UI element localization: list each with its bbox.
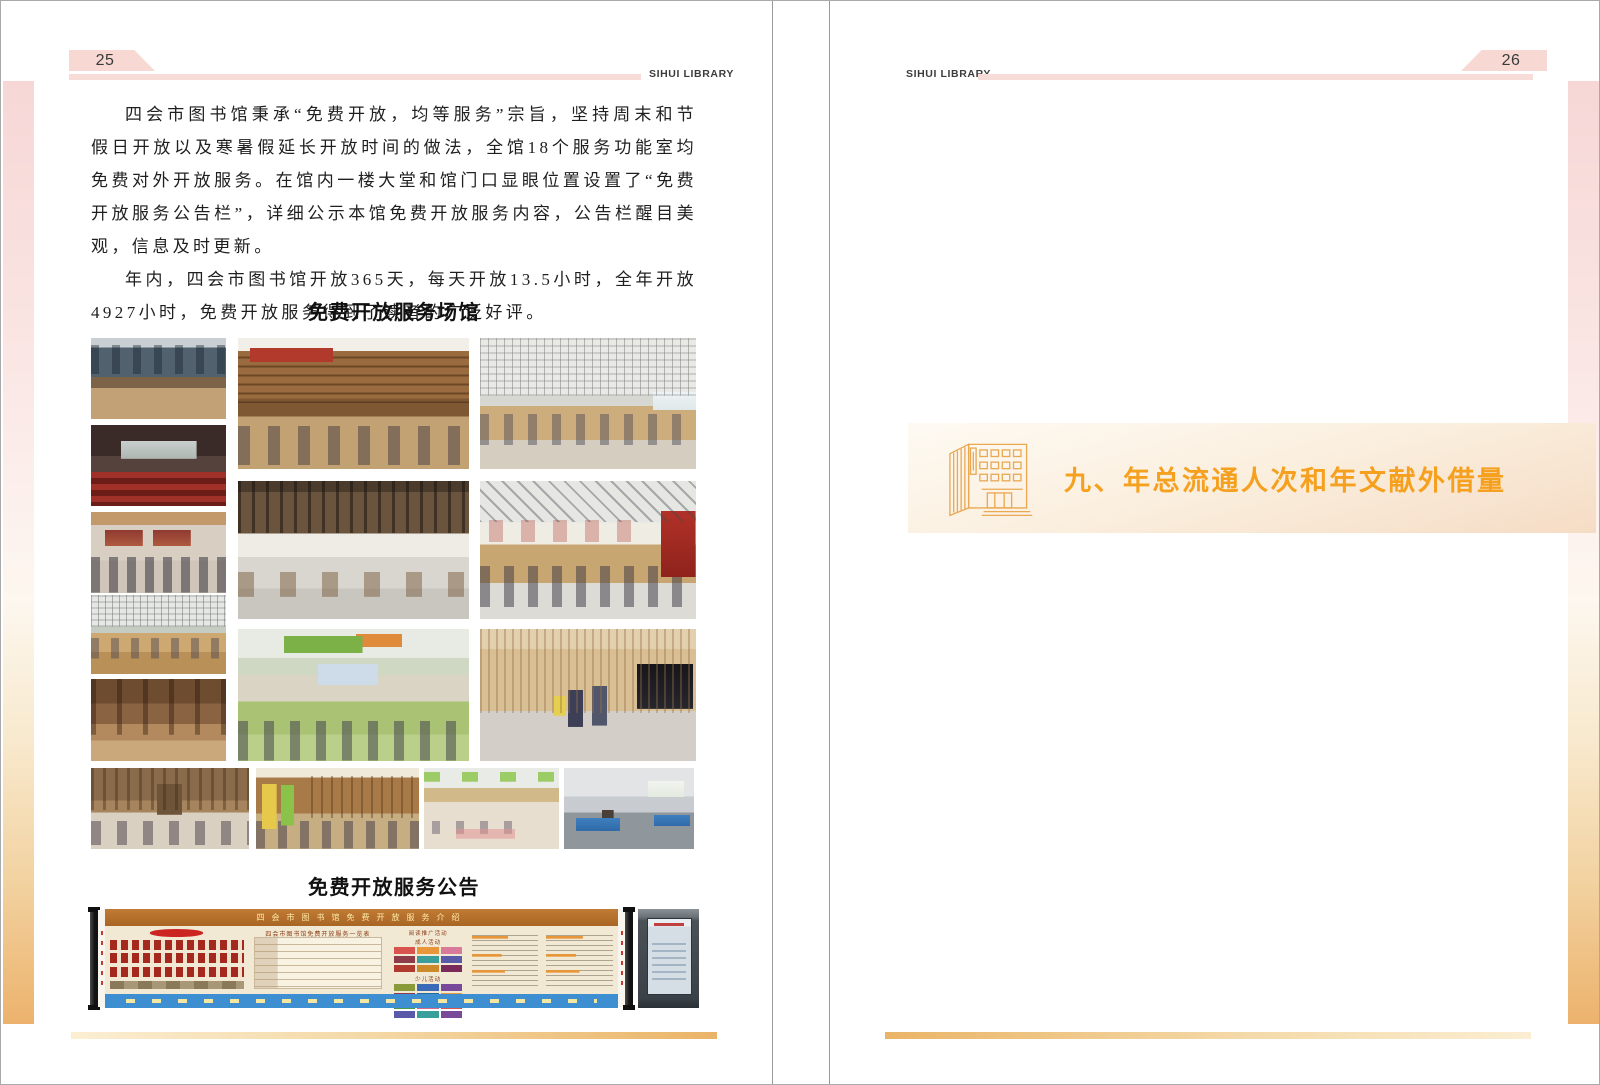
gallery-section-title: 免费开放服务场馆 — [91, 296, 697, 325]
notice-board-activity-tags: 阅读推广活动 成人活动 少儿活动 — [392, 929, 464, 989]
section-heading: 九、年总流通人次和年文献外借量 — [1064, 459, 1507, 498]
traditional-study-room-photo — [91, 768, 249, 849]
cinema-hall-photo — [91, 425, 226, 506]
wooden-reading-room-photo — [91, 679, 226, 761]
page-number: 25 — [96, 52, 115, 70]
body-text-block: 四会市图书馆秉承“免费开放，均等服务”宗旨，坚持周末和节假日开放以及寒暑假延长开… — [91, 98, 697, 329]
page-number: 26 — [1502, 52, 1521, 70]
right-edge-decorative-strip — [1568, 81, 1599, 1024]
notice-board-body: 四会市图书馆免费开放服务介绍 四会市图书馆免费开放服务一览表 阅读推广活动 成人… — [105, 909, 618, 1008]
portrait-section-badge — [150, 929, 203, 936]
brand-text-left-page: SIHUI LIBRARY — [649, 68, 734, 80]
notice-board-service-table: 四会市图书馆免费开放服务一览表 — [254, 929, 382, 989]
children-activity-room-photo — [238, 629, 469, 761]
adult-activity-label: 成人活动 — [392, 938, 464, 946]
page-gutter-line-left — [772, 1, 773, 1084]
service-table-grid — [254, 937, 382, 990]
portrait-row — [110, 967, 243, 977]
shuxiang-sihui-reading-area-photo — [238, 338, 469, 469]
activity-column-title: 阅读推广活动 — [392, 929, 464, 937]
page-number-tab-25: 25 — [69, 50, 155, 71]
exhibition-visit-photo — [91, 512, 226, 593]
header-rule-left-page — [69, 74, 641, 80]
text-lines — [546, 935, 613, 989]
report-spread: 25 SIHUI LIBRARY 四会市图书馆秉承“免费开放，均等服务”宗旨，坚… — [0, 0, 1600, 1085]
bottom-decorative-bar-left-page — [71, 1032, 717, 1039]
library-stacks-photo — [91, 338, 226, 419]
left-edge-decorative-strip — [3, 81, 34, 1024]
section-banner: 九、年总流通人次和年文献外借量 — [908, 423, 1596, 533]
scroll-roller-icon — [90, 907, 98, 1010]
scroll-edge-left — [98, 910, 105, 1007]
grid-ceiling-reading-room-photo — [91, 595, 226, 674]
display-case-poster — [647, 918, 693, 995]
red-wall-study-room-photo — [480, 481, 696, 619]
photo-strip — [110, 981, 243, 989]
adult-activity-tags — [392, 947, 464, 972]
notice-board-portrait-wall — [110, 929, 243, 989]
scroll-roller-icon — [625, 907, 633, 1010]
notice-board-main: 四会市图书馆免费开放服务一览表 阅读推广活动 成人活动 少儿活动 — [105, 926, 618, 994]
notice-board-header-band: 四会市图书馆免费开放服务介绍 — [105, 909, 618, 926]
glass-display-case-photo — [638, 909, 699, 1008]
recording-studio-photo — [480, 629, 696, 761]
page-number-tab-26: 26 — [1461, 50, 1547, 71]
kids-mat-area-photo — [424, 768, 559, 849]
text-lines — [472, 935, 539, 989]
craft-room-photo — [564, 768, 694, 849]
notice-board-footer-band — [105, 994, 618, 1008]
kids-activity-label: 少儿活动 — [392, 975, 464, 983]
notice-board-text-column — [472, 929, 539, 989]
children-library-photo — [256, 768, 419, 849]
paragraph-opening-service: 四会市图书馆秉承“免费开放，均等服务”宗旨，坚持周末和节假日开放以及寒暑假延长开… — [91, 98, 697, 263]
notice-board-text-column — [546, 929, 613, 989]
page-gutter-line-right — [829, 1, 830, 1084]
long-reading-room-photo — [238, 481, 469, 619]
library-building-icon — [938, 435, 1046, 521]
scroll-edge-right — [618, 910, 625, 1007]
large-reading-hall-photo — [480, 338, 696, 469]
notice-section-title: 免费开放服务公告 — [91, 871, 697, 900]
portrait-row — [110, 953, 243, 963]
header-rule-right-page — [978, 74, 1533, 80]
bottom-decorative-bar-right-page — [885, 1032, 1531, 1039]
portrait-row — [110, 940, 243, 950]
notice-board-photo: 四会市图书馆免费开放服务介绍 四会市图书馆免费开放服务一览表 阅读推广活动 成人… — [90, 909, 633, 1008]
notice-board-header-title: 四会市图书馆免费开放服务介绍 — [257, 912, 467, 923]
